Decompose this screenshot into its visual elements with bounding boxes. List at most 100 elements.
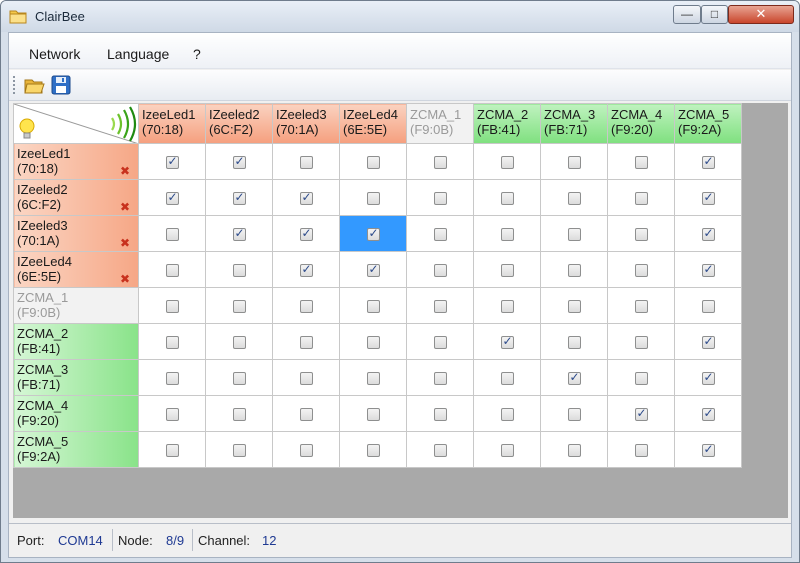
matrix-cell[interactable] — [540, 215, 608, 252]
matrix-cell[interactable] — [339, 323, 407, 360]
matrix-cell[interactable] — [138, 179, 206, 216]
matrix-cell[interactable] — [205, 323, 273, 360]
link-checkbox[interactable] — [232, 154, 246, 169]
matrix-cell[interactable] — [674, 251, 742, 288]
matrix-cell[interactable] — [473, 395, 541, 432]
matrix-cell[interactable] — [607, 287, 675, 324]
link-checkbox[interactable] — [165, 263, 179, 277]
link-checkbox[interactable] — [232, 263, 246, 277]
matrix-cell[interactable] — [138, 359, 206, 396]
link-checkbox[interactable] — [567, 263, 581, 277]
link-checkbox[interactable] — [366, 407, 380, 421]
link-checkbox[interactable] — [500, 155, 514, 169]
matrix-cell[interactable] — [473, 431, 541, 468]
link-checkbox[interactable] — [366, 299, 380, 313]
matrix-cell[interactable] — [138, 323, 206, 360]
link-checkbox[interactable] — [433, 407, 447, 421]
matrix-cell[interactable] — [138, 251, 206, 288]
matrix-cell[interactable] — [406, 395, 474, 432]
matrix-cell[interactable] — [205, 359, 273, 396]
matrix-cell[interactable] — [138, 143, 206, 180]
matrix-cell[interactable] — [607, 431, 675, 468]
matrix-cell[interactable] — [473, 179, 541, 216]
link-checkbox[interactable] — [500, 263, 514, 277]
link-checkbox[interactable] — [299, 226, 313, 241]
matrix-cell[interactable] — [674, 323, 742, 360]
link-checkbox[interactable] — [701, 154, 715, 169]
close-button[interactable]: ✕ — [728, 5, 794, 24]
link-checkbox[interactable] — [634, 299, 648, 313]
matrix-cell[interactable] — [272, 287, 340, 324]
link-checkbox[interactable] — [433, 227, 447, 241]
link-checkbox[interactable] — [232, 443, 246, 457]
link-checkbox[interactable] — [634, 371, 648, 385]
link-checkbox[interactable] — [366, 191, 380, 205]
menu-help[interactable]: ? — [193, 46, 201, 62]
matrix-cell[interactable] — [540, 431, 608, 468]
menu-language[interactable]: Language — [107, 46, 169, 62]
matrix-cell[interactable] — [205, 287, 273, 324]
folder-open-icon[interactable] — [23, 74, 45, 96]
link-checkbox[interactable] — [433, 263, 447, 277]
matrix-cell[interactable] — [540, 179, 608, 216]
link-checkbox[interactable] — [433, 371, 447, 385]
link-checkbox[interactable] — [500, 191, 514, 205]
link-checkbox[interactable] — [500, 334, 514, 349]
matrix-cell[interactable] — [272, 359, 340, 396]
matrix-cell[interactable] — [138, 215, 206, 252]
link-checkbox[interactable] — [500, 407, 514, 421]
link-checkbox[interactable] — [634, 406, 648, 421]
link-checkbox[interactable] — [232, 226, 246, 241]
link-checkbox[interactable] — [634, 227, 648, 241]
matrix-cell[interactable] — [540, 395, 608, 432]
link-checkbox[interactable] — [701, 370, 715, 385]
matrix-cell[interactable] — [406, 215, 474, 252]
matrix-cell[interactable] — [473, 251, 541, 288]
matrix-cell[interactable] — [339, 179, 407, 216]
matrix-cell[interactable] — [339, 359, 407, 396]
remove-node-icon[interactable]: ✖ — [120, 200, 130, 215]
matrix-cell[interactable] — [607, 323, 675, 360]
link-checkbox[interactable] — [433, 191, 447, 205]
link-checkbox[interactable] — [433, 443, 447, 457]
link-checkbox[interactable] — [299, 443, 313, 457]
link-checkbox[interactable] — [701, 442, 715, 457]
link-checkbox[interactable] — [634, 155, 648, 169]
link-checkbox[interactable] — [500, 299, 514, 313]
matrix-cell[interactable] — [540, 251, 608, 288]
matrix-cell[interactable] — [339, 287, 407, 324]
link-checkbox[interactable] — [366, 371, 380, 385]
link-checkbox[interactable] — [165, 227, 179, 241]
link-checkbox[interactable] — [701, 299, 715, 313]
matrix-cell[interactable] — [674, 179, 742, 216]
matrix-cell[interactable] — [272, 431, 340, 468]
link-checkbox[interactable] — [433, 335, 447, 349]
matrix-cell[interactable] — [406, 251, 474, 288]
matrix-cell[interactable] — [674, 143, 742, 180]
link-checkbox[interactable] — [433, 155, 447, 169]
link-checkbox[interactable] — [366, 335, 380, 349]
link-checkbox[interactable] — [165, 371, 179, 385]
link-checkbox[interactable] — [366, 155, 380, 169]
matrix-cell[interactable] — [272, 395, 340, 432]
matrix-cell[interactable] — [406, 323, 474, 360]
link-checkbox[interactable] — [366, 443, 380, 457]
matrix-cell[interactable] — [406, 287, 474, 324]
link-checkbox[interactable] — [299, 371, 313, 385]
link-checkbox[interactable] — [701, 262, 715, 277]
matrix-cell[interactable] — [339, 251, 407, 288]
matrix-cell[interactable] — [674, 287, 742, 324]
link-checkbox[interactable] — [232, 190, 246, 205]
matrix-cell[interactable] — [540, 323, 608, 360]
matrix-cell[interactable] — [540, 359, 608, 396]
matrix-cell[interactable] — [406, 431, 474, 468]
matrix-cell[interactable] — [674, 395, 742, 432]
link-checkbox[interactable] — [232, 299, 246, 313]
toolbar-grip[interactable] — [13, 76, 15, 94]
minimize-button[interactable]: — — [673, 5, 701, 24]
link-checkbox[interactable] — [366, 262, 380, 277]
matrix-cell[interactable] — [607, 179, 675, 216]
matrix-cell[interactable] — [540, 287, 608, 324]
matrix-cell[interactable] — [205, 179, 273, 216]
link-checkbox[interactable] — [567, 227, 581, 241]
